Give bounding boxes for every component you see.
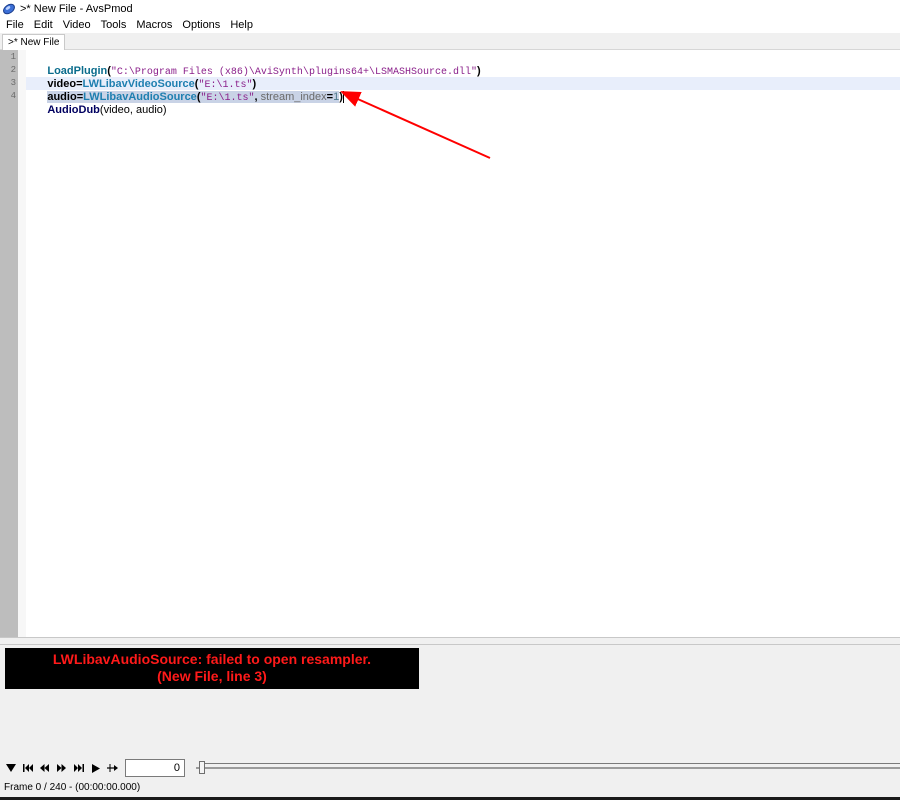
- line-number: 4: [10, 91, 16, 101]
- line-number: 3: [10, 78, 16, 88]
- close-paren: ): [476, 65, 481, 77]
- error-message-text: LWLibavAudioSource: failed to open resam…: [52, 651, 372, 667]
- fold-margin[interactable]: [18, 50, 26, 637]
- code-line-1[interactable]: LoadPlugin("C:\Program Files (x86)\AviSy…: [29, 52, 480, 78]
- editor-preview-splitter[interactable]: [0, 637, 900, 645]
- first-frame-icon[interactable]: [19, 759, 36, 777]
- menu-video[interactable]: Video: [58, 18, 96, 33]
- frame-slider[interactable]: [196, 761, 900, 775]
- menu-macros[interactable]: Macros: [131, 18, 177, 33]
- string-literal: "E:\1.ts": [200, 93, 255, 104]
- function-arguments: video, audio: [103, 104, 163, 116]
- text-cursor: [342, 91, 344, 104]
- prev-frame-icon[interactable]: [36, 759, 53, 777]
- window-title: >* New File - AvsPmod: [20, 3, 133, 15]
- menu-help[interactable]: Help: [225, 18, 258, 33]
- video-preview-pane: LWLibavAudioSource: failed to open resam…: [0, 645, 900, 757]
- code-line-3[interactable]: audio=LWLibavAudioSource("E:\1.ts", stre…: [29, 78, 344, 104]
- close-paren: ): [162, 104, 167, 116]
- script-editor[interactable]: 1 2 3 4 LoadPlugin("C:\Program Files (x8…: [0, 50, 900, 637]
- code-line-2[interactable]: video=LWLibavVideoSource("E:\1.ts"): [29, 65, 256, 91]
- next-frame-icon[interactable]: [53, 759, 70, 777]
- avspmod-app-icon: [3, 3, 15, 15]
- line-number: 1: [10, 52, 16, 62]
- bookmark-icon[interactable]: [104, 759, 121, 777]
- error-location-text: (New File, line 3): [157, 668, 267, 684]
- tab-strip: >* New File: [0, 33, 900, 50]
- frame-number-input[interactable]: 0: [125, 759, 185, 777]
- slider-thumb[interactable]: [199, 761, 205, 774]
- title-bar: >* New File - AvsPmod: [0, 0, 900, 18]
- avspmod-window: >* New File - AvsPmod File Edit Video To…: [0, 0, 900, 800]
- menu-tools[interactable]: Tools: [96, 18, 132, 33]
- play-icon[interactable]: [87, 759, 104, 777]
- line-number-gutter: 1 2 3 4: [0, 50, 18, 637]
- line-number: 2: [10, 65, 16, 75]
- function-name: AudioDub: [47, 104, 100, 116]
- last-frame-icon[interactable]: [70, 759, 87, 777]
- menu-file[interactable]: File: [0, 18, 29, 33]
- playback-toolbar: 0: [0, 757, 900, 779]
- status-bar: Frame 0 / 240 - (00:00:00.000): [0, 779, 900, 797]
- frame-status-text: Frame 0 / 240 - (00:00:00.000): [4, 782, 141, 793]
- tab-new-file[interactable]: >* New File: [2, 34, 66, 50]
- code-line-4[interactable]: AudioDub(video, audio): [29, 91, 166, 116]
- parameter-name: stream_index: [257, 91, 327, 103]
- menu-options[interactable]: Options: [177, 18, 225, 33]
- error-message-box: LWLibavAudioSource: failed to open resam…: [5, 648, 419, 689]
- slider-track-edge: [200, 763, 900, 764]
- menu-bar: File Edit Video Tools Macros Options Hel…: [0, 18, 900, 33]
- menu-edit[interactable]: Edit: [29, 18, 58, 33]
- slider-track: [196, 767, 900, 769]
- toggle-preview-icon[interactable]: [2, 759, 19, 777]
